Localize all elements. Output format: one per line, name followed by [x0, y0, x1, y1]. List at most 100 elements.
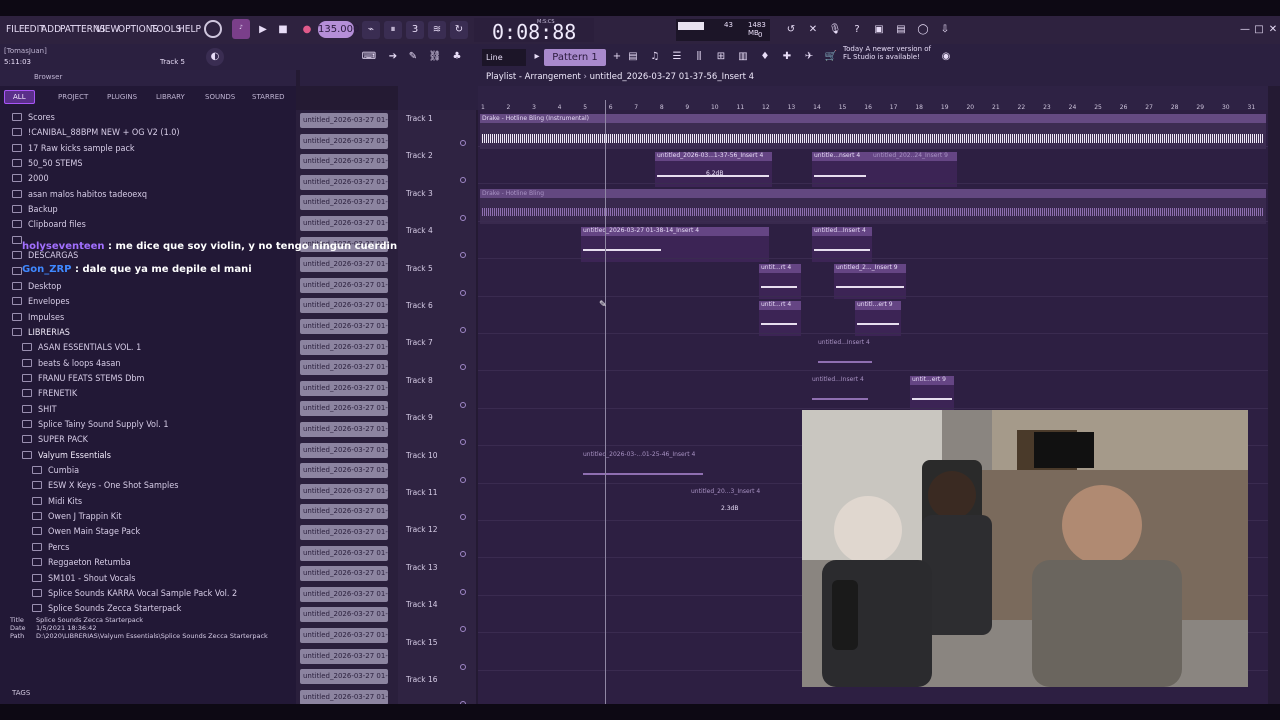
track-lane[interactable]: [478, 222, 1268, 260]
browser-tree-item[interactable]: FRANU FEATS STEMS Dbm: [22, 373, 144, 384]
news-panel[interactable]: Today A newer version of FL Studio is av…: [843, 45, 953, 67]
track-name[interactable]: Track 12: [406, 525, 438, 534]
track-mute-icon[interactable]: [460, 327, 466, 333]
channel-button[interactable]: untitled_2026-03-27 01-...: [300, 525, 388, 540]
wait-icon[interactable]: ⏸: [384, 21, 402, 39]
browser-tree-item[interactable]: Midi Kits: [32, 496, 82, 507]
browser-tree-item[interactable]: Percs: [32, 542, 69, 553]
keyboard-icon[interactable]: ⌨: [360, 48, 378, 66]
browser-tree-item[interactable]: Backup: [12, 205, 58, 215]
track-name[interactable]: Track 6: [406, 301, 433, 310]
chat-icon[interactable]: ◯: [914, 21, 932, 39]
master-knob-icon[interactable]: [204, 20, 222, 38]
menu-add[interactable]: ADD: [41, 24, 61, 35]
track-name[interactable]: Track 4: [406, 226, 433, 235]
track-name[interactable]: Track 1: [406, 114, 433, 123]
browser-tree-item[interactable]: Owen J Trappin Kit: [32, 512, 122, 522]
arrow-icon[interactable]: ➔: [384, 48, 402, 66]
channel-button[interactable]: untitled_2026-03-27 01-...: [300, 339, 388, 355]
browser-tree-item[interactable]: Desktop: [12, 281, 61, 292]
help-icon[interactable]: ?: [848, 21, 866, 39]
browser-tree-item[interactable]: Reggaeton Retumba: [32, 558, 131, 568]
track-name[interactable]: Track 10: [406, 451, 438, 460]
channel-button[interactable]: untitled_2026-03-27 01-...: [300, 607, 388, 623]
tab-all[interactable]: ALL: [4, 90, 35, 104]
playhead[interactable]: [605, 100, 606, 704]
browser-tree-item[interactable]: Envelopes: [12, 297, 70, 307]
channel-button[interactable]: untitled_2026-03-27 01-...: [300, 195, 388, 211]
track-name[interactable]: Track 14: [406, 600, 438, 609]
plugin-db-icon[interactable]: ♦: [756, 48, 774, 66]
channel-button[interactable]: untitled_2026-03-27 01-...: [300, 545, 388, 561]
shop-icon[interactable]: 🛒: [822, 48, 840, 66]
track-mute-icon[interactable]: [460, 177, 466, 184]
track-name[interactable]: Track 2: [406, 151, 433, 160]
channel-button[interactable]: untitled_2026-03-27 01-...: [300, 319, 388, 334]
track-mute-icon[interactable]: [460, 588, 466, 595]
channel-button[interactable]: untitled_2026-03-27 01-...: [300, 483, 388, 499]
piano-roll-icon[interactable]: ♫: [646, 48, 664, 66]
playlist-icon[interactable]: ▤: [624, 48, 642, 66]
browser-tree-item[interactable]: ASAN ESSENTIALS VOL. 1: [22, 343, 141, 353]
track-mute-icon[interactable]: [460, 439, 466, 446]
record-icon[interactable]: ●: [298, 21, 316, 39]
channel-button[interactable]: untitled_2026-03-27 01-...: [300, 648, 388, 664]
channel-button[interactable]: untitled_2026-03-27 01-...: [300, 442, 388, 458]
download-icon[interactable]: ⇩: [936, 21, 954, 39]
browser-tree-item[interactable]: Impulses: [12, 312, 64, 323]
track-name[interactable]: Track 3: [406, 189, 433, 198]
browser-tree-item[interactable]: FRENETIK: [22, 389, 77, 399]
channel-button[interactable]: untitled_2026-03-27 01-...: [300, 298, 388, 314]
play-icon[interactable]: ▶: [254, 21, 272, 39]
browser-tree-item[interactable]: 17 Raw kicks sample pack: [12, 143, 135, 154]
tags-label[interactable]: TAGS: [12, 689, 30, 697]
browser-tree-item[interactable]: SUPER PACK: [22, 435, 88, 445]
channel-rack-icon[interactable]: ☰: [668, 48, 686, 66]
browser-tree-item[interactable]: DESCARGAS: [12, 251, 78, 261]
track-lane[interactable]: [478, 147, 1268, 185]
blend-icon[interactable]: ≋: [428, 21, 446, 39]
track-mute-icon[interactable]: [460, 252, 466, 259]
channel-button[interactable]: untitled_2026-03-27 01-...: [300, 113, 388, 128]
channel-button[interactable]: untitled_2026-03-27 01-...: [300, 401, 388, 417]
channel-button[interactable]: untitled_2026-03-27 01-...: [300, 133, 388, 149]
tools-icon[interactable]: ✚: [778, 48, 796, 66]
track-mute-icon[interactable]: [460, 476, 466, 483]
snap-mode-select[interactable]: Line: [482, 49, 526, 66]
track-name[interactable]: Track 8: [406, 376, 433, 385]
browser-tree-item[interactable]: Scores: [12, 113, 55, 123]
track-mute-icon[interactable]: [460, 626, 466, 633]
browser-tree-item[interactable]: ESW X Keys - One Shot Samples: [32, 481, 178, 491]
files-icon[interactable]: ▥: [734, 48, 752, 66]
track-mute-icon[interactable]: [460, 663, 466, 670]
channel-button[interactable]: untitled_2026-03-27 01-...: [300, 174, 388, 190]
playlist-file[interactable]: untitled_2026-03-27 01-37-56_Insert 4: [590, 72, 754, 82]
channel-button[interactable]: untitled_2026-03-27 01-...: [300, 669, 388, 685]
save-icon[interactable]: ▣: [870, 21, 888, 39]
track-lane[interactable]: [478, 372, 1268, 409]
track-name[interactable]: Track 15: [406, 638, 438, 647]
channel-button[interactable]: untitled_2026-03-27 01-...: [300, 422, 388, 437]
tab-starred[interactable]: STARRED: [252, 93, 285, 101]
browser-tree-item[interactable]: 50_50 STEMS: [12, 159, 83, 169]
tab-project[interactable]: PROJECT: [58, 93, 88, 101]
menu-file[interactable]: FILE: [6, 24, 25, 35]
time-display[interactable]: 0:08:88: [492, 20, 576, 44]
browser-tree-item[interactable]: LIBRERIAS: [12, 327, 70, 338]
channel-button[interactable]: untitled_2026-03-27 01-...: [300, 566, 388, 582]
track-mute-icon[interactable]: [460, 514, 466, 520]
brush-icon[interactable]: ✎: [404, 48, 422, 66]
tempo-display[interactable]: 135.000: [318, 21, 359, 38]
browser-icon[interactable]: ⊞: [712, 48, 730, 66]
plugin-icon[interactable]: ▤: [892, 21, 910, 39]
browser-title[interactable]: Browser: [0, 70, 296, 86]
channel-button[interactable]: untitled_2026-03-27 01-...: [300, 380, 388, 396]
track-mute-icon[interactable]: [460, 364, 466, 371]
mic-icon[interactable]: 🎙: [826, 21, 844, 39]
pitch-knob-icon[interactable]: ◐: [206, 48, 224, 66]
track-name[interactable]: Track 11: [406, 488, 438, 497]
menu-help[interactable]: HELP: [178, 24, 201, 35]
channel-button[interactable]: untitled_2026-03-27 01-...: [300, 689, 388, 705]
menu-view[interactable]: VIEW: [96, 24, 119, 35]
browser-tree-item[interactable]: Owen Main Stage Pack: [32, 527, 140, 537]
